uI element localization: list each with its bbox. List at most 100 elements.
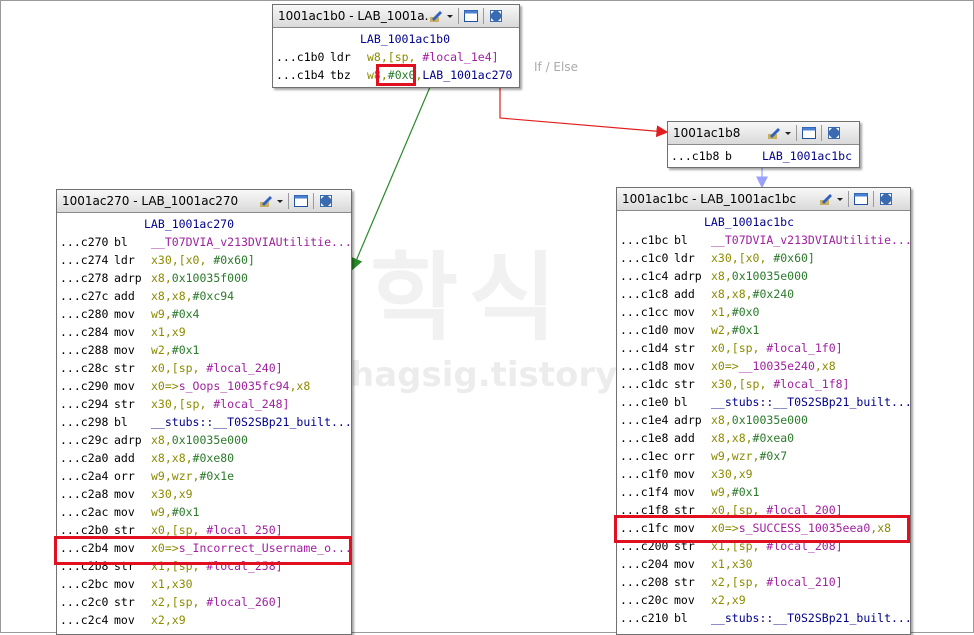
edit-label-icon[interactable]	[428, 8, 444, 24]
instruction-operand[interactable]: x0,[sp,	[711, 341, 766, 355]
instruction-mnemonic[interactable]: orr	[674, 447, 711, 465]
instruction-mnemonic[interactable]: add	[674, 285, 711, 303]
instruction-address[interactable]: ...c2a0	[60, 449, 114, 467]
instruction-operand[interactable]: w2,	[711, 323, 732, 337]
instruction-address[interactable]: ...c290	[60, 377, 114, 395]
instruction-mnemonic[interactable]: adrp	[114, 269, 151, 287]
instruction-address[interactable]: ...c29c	[60, 431, 114, 449]
instruction-line[interactable]: ...c2bc mov x1,x30	[60, 575, 351, 593]
fullscreen-icon[interactable]	[488, 8, 504, 24]
instruction-line[interactable]: ...c274 ldr x30,[x0, #0x60]	[60, 251, 351, 269]
instruction-line[interactable]: ...c2a4 orr w9,wzr,#0x1e	[60, 467, 351, 485]
instruction-address[interactable]: ...c1ec	[620, 447, 674, 465]
instruction-operand[interactable]: x30,[sp,	[711, 377, 773, 391]
instruction-operand[interactable]: x8,x8,	[711, 287, 753, 301]
instruction-address[interactable]: ...c1f4	[620, 483, 674, 501]
instruction-mnemonic[interactable]: mov	[114, 485, 151, 503]
instruction-operand[interactable]: w9,	[151, 307, 172, 321]
window-icon[interactable]	[293, 193, 309, 209]
window-icon[interactable]	[853, 191, 869, 207]
instruction-operand[interactable]: #local_1f8]	[773, 377, 849, 391]
instruction-operand[interactable]: LAB_1001ac270	[422, 68, 512, 82]
instruction-address[interactable]: ...c27c	[60, 287, 114, 305]
instruction-operand[interactable]: x8,x8,	[151, 289, 193, 303]
instruction-mnemonic[interactable]: bl	[114, 413, 151, 431]
instruction-operand[interactable]: 0x10035f000	[172, 271, 248, 285]
instruction-mnemonic[interactable]: ldr	[114, 251, 151, 269]
block-titlebar[interactable]: 1001ac1b8	[668, 122, 859, 145]
window-icon[interactable]	[463, 8, 479, 24]
window-icon[interactable]	[801, 125, 817, 141]
instruction-address[interactable]: ...c298	[60, 413, 114, 431]
instruction-operand[interactable]: #local_210]	[766, 575, 842, 589]
instruction-address[interactable]: ...c20c	[620, 591, 674, 609]
instruction-operand[interactable]: x30,[x0,	[711, 251, 773, 265]
instruction-mnemonic[interactable]: b	[725, 147, 762, 165]
fullscreen-icon[interactable]	[826, 125, 842, 141]
instruction-address[interactable]: ...c2ac	[60, 503, 114, 521]
instruction-line[interactable]: ...c1f0 mov x30,x9	[620, 465, 910, 483]
instruction-line[interactable]: ...c1dc str x30,[sp, #local_1f8]	[620, 375, 910, 393]
instruction-operand[interactable]: #local_1f0]	[766, 341, 842, 355]
instruction-line[interactable]: ...c27c add x8,x8,#0xc94	[60, 287, 351, 305]
instruction-operand[interactable]: 0x10035e000	[732, 413, 808, 427]
instruction-mnemonic[interactable]: tbz	[330, 66, 367, 84]
chevron-down-icon[interactable]	[276, 193, 284, 209]
instruction-line[interactable]: ...c20c mov x2,x9	[620, 591, 910, 609]
instruction-mnemonic[interactable]: str	[674, 573, 711, 591]
instruction-operand[interactable]: #0xea0	[753, 431, 795, 445]
instruction-mnemonic[interactable]: mov	[674, 591, 711, 609]
instruction-line[interactable]: ...c1d4 str x0,[sp, #local_1f0]	[620, 339, 910, 357]
instruction-mnemonic[interactable]: bl	[674, 393, 711, 411]
instruction-address[interactable]: ...c1c4	[620, 267, 674, 285]
instruction-address[interactable]: ...c2a8	[60, 485, 114, 503]
instruction-operand[interactable]: x8,x8,	[151, 451, 193, 465]
instruction-operand[interactable]: x0=>	[151, 379, 179, 393]
instruction-line[interactable]: ...c1d0 mov w2,#0x1	[620, 321, 910, 339]
instruction-operand[interactable]: #0x1	[732, 485, 760, 499]
instruction-mnemonic[interactable]: orr	[114, 467, 151, 485]
instruction-mnemonic[interactable]: add	[114, 449, 151, 467]
instruction-line[interactable]: ...c28c str x0,[sp, #local_240]	[60, 359, 351, 377]
instruction-mnemonic[interactable]: mov	[674, 483, 711, 501]
instruction-line[interactable]: ...c29c adrp x8,0x10035e000	[60, 431, 351, 449]
instruction-operand[interactable]: x0=>	[711, 359, 739, 373]
instruction-line[interactable]: ...c1d8 mov x0=>__10035e240,x8	[620, 357, 910, 375]
instruction-operand[interactable]: __10035e240	[739, 359, 815, 373]
instruction-operand[interactable]: ,x8	[815, 359, 836, 373]
instruction-address[interactable]: ...c210	[620, 609, 674, 627]
instruction-address[interactable]: ...c288	[60, 341, 114, 359]
instruction-address[interactable]: ...c208	[620, 573, 674, 591]
block-label[interactable]: LAB_1001ac1b0	[276, 30, 519, 48]
instruction-operand[interactable]: #local_1e4]	[422, 50, 498, 64]
instruction-mnemonic[interactable]: mov	[114, 503, 151, 521]
instruction-operand[interactable]: w9,	[711, 485, 732, 499]
instruction-operand[interactable]: x2,[sp,	[711, 575, 766, 589]
instruction-mnemonic[interactable]: mov	[674, 303, 711, 321]
instruction-line[interactable]: ...c1e4 adrp x8,0x10035e000	[620, 411, 910, 429]
instruction-address[interactable]: ...c1d4	[620, 339, 674, 357]
instruction-operand[interactable]: x30,x9	[711, 467, 753, 481]
instruction-operand[interactable]: #0x1e	[199, 469, 234, 483]
fullscreen-icon[interactable]	[878, 191, 894, 207]
code-block-1001ac1bc[interactable]: 1001ac1bc - LAB_1001ac1bc LAB_1001ac1bc.…	[616, 187, 911, 635]
instruction-line[interactable]: ...c270 bl __T07DVIA_v213DVIAUtilitie...	[60, 233, 351, 251]
instruction-mnemonic[interactable]: adrp	[114, 431, 151, 449]
instruction-address[interactable]: ...c270	[60, 233, 114, 251]
instruction-address[interactable]: ...c2c0	[60, 593, 114, 611]
instruction-operand[interactable]: w2,	[151, 343, 172, 357]
instruction-address[interactable]: ...c1cc	[620, 303, 674, 321]
instruction-line[interactable]: ...c1ec orr w9,wzr,#0x7	[620, 447, 910, 465]
instruction-operand[interactable]: __stubs::__T0S2SBp21_built...	[151, 415, 351, 429]
instruction-mnemonic[interactable]: str	[674, 339, 711, 357]
edit-label-icon[interactable]	[258, 193, 274, 209]
instruction-mnemonic[interactable]: mov	[674, 555, 711, 573]
instruction-line[interactable]: ...c1bc bl __T07DVIA_v213DVIAUtilitie...	[620, 231, 910, 249]
instruction-address[interactable]: ...c284	[60, 323, 114, 341]
instruction-operand[interactable]: #0x4	[172, 307, 200, 321]
instruction-operand[interactable]: #0x0	[732, 305, 760, 319]
instruction-operand[interactable]: x2,x9	[711, 593, 746, 607]
edit-label-icon[interactable]	[766, 125, 782, 141]
instruction-line[interactable]: ...c1e8 add x8,x8,#0xea0	[620, 429, 910, 447]
instruction-mnemonic[interactable]: bl	[674, 609, 711, 627]
